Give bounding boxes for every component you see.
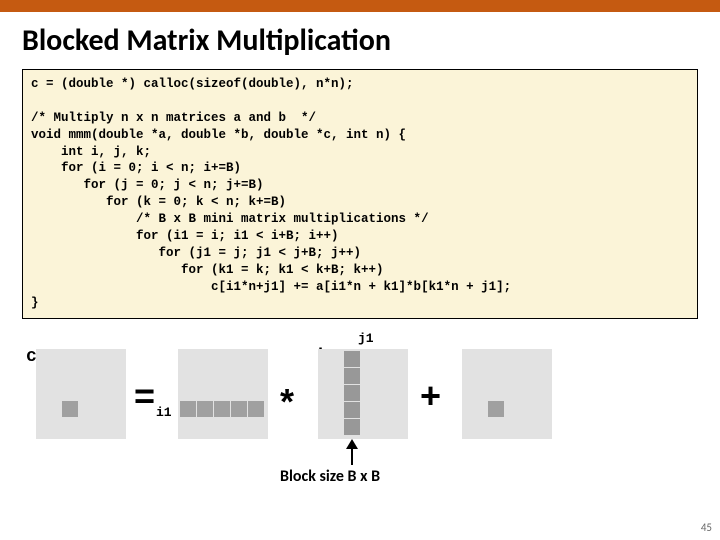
matrix-c-result (36, 349, 126, 439)
cell (344, 402, 360, 418)
cell (248, 401, 264, 417)
cell (180, 401, 196, 417)
cell (344, 368, 360, 384)
op-equals: = (134, 375, 155, 417)
index-j1: j1 (358, 331, 374, 346)
slide-content: Blocked Matrix Multiplication c = (doubl… (0, 12, 720, 505)
op-plus: + (420, 375, 441, 417)
matrix-b (318, 349, 408, 439)
cell (488, 401, 504, 417)
cell (197, 401, 213, 417)
block-caption: Block size B x B (280, 467, 380, 486)
cell (214, 401, 230, 417)
diagram: j1 c = i1 a * b + (22, 335, 698, 505)
cell (344, 385, 360, 401)
arrow-icon (342, 439, 362, 467)
slide-title: Blocked Matrix Multiplication (22, 22, 698, 59)
cell (231, 401, 247, 417)
index-i1: i1 (156, 405, 172, 420)
page-number: 45 (701, 521, 712, 534)
matrix-a (178, 349, 268, 439)
code-block: c = (double *) calloc(sizeof(double), n*… (22, 69, 698, 319)
op-multiply: * (280, 381, 294, 423)
matrix-c-acc (462, 349, 552, 439)
cell (62, 401, 78, 417)
cell (344, 419, 360, 435)
cell (344, 351, 360, 367)
accent-stripe (0, 0, 720, 12)
